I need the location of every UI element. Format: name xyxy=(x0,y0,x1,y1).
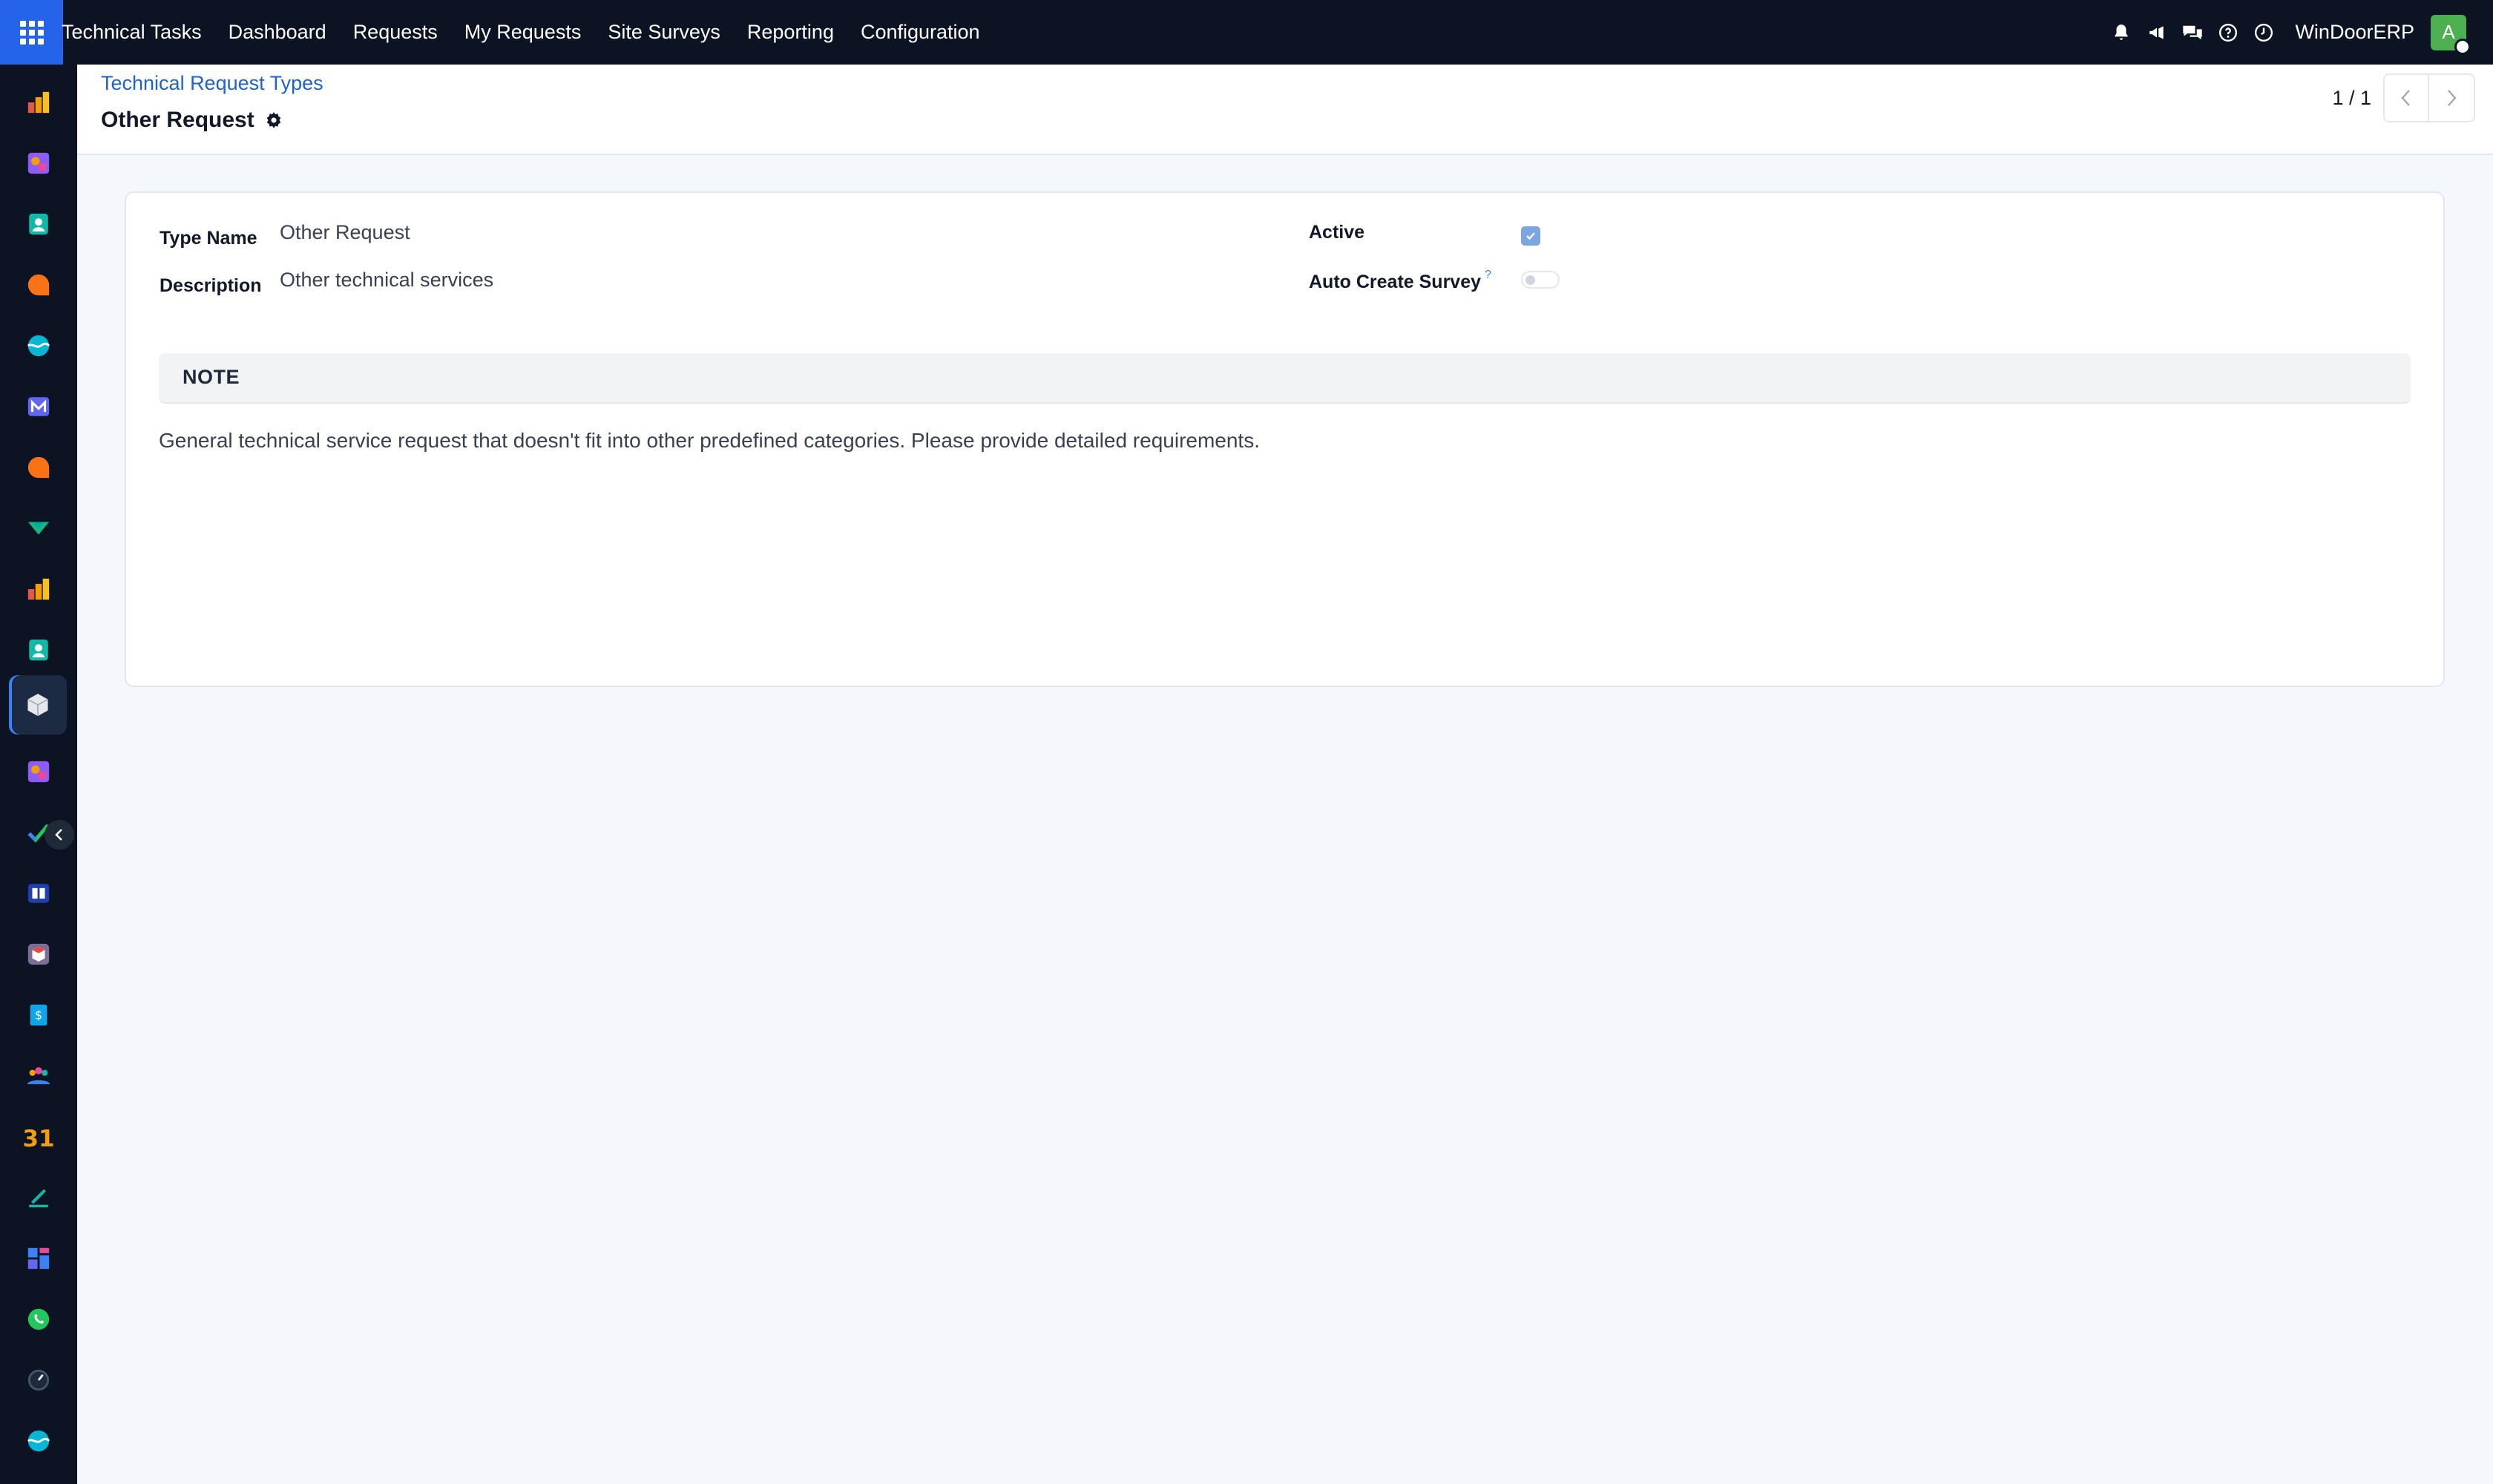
breadcrumb-link[interactable]: Technical Request Types xyxy=(101,72,323,95)
contacts-app-icon[interactable] xyxy=(16,202,61,246)
clock-app-icon[interactable] xyxy=(16,1358,61,1402)
help-tooltip-icon[interactable]: ? xyxy=(1485,269,1491,282)
title-row: Other Request xyxy=(101,108,283,133)
active-label: Active xyxy=(1309,222,1365,243)
website-app-2-icon[interactable] xyxy=(16,1419,61,1463)
chevron-right-icon xyxy=(2448,90,2457,106)
bell-icon[interactable] xyxy=(2103,0,2139,65)
company-switcher[interactable]: WinDoorERP xyxy=(2295,21,2414,44)
app-name[interactable]: Technical Tasks xyxy=(62,0,215,65)
technical-tasks-app-icon[interactable] xyxy=(9,675,67,735)
gear-icon[interactable] xyxy=(265,111,283,129)
control-panel: Technical Request Types Other Request 1 … xyxy=(77,65,2493,155)
whatsapp-app-icon[interactable] xyxy=(16,1297,61,1342)
pager-value[interactable]: 1 / 1 xyxy=(2332,87,2371,110)
grid-icon xyxy=(19,20,44,45)
community-app-icon[interactable] xyxy=(16,1054,61,1098)
sign-app-icon[interactable] xyxy=(16,932,61,976)
form-sheet: Type Name Other Request Description Othe… xyxy=(125,191,2445,687)
megaphone-icon[interactable] xyxy=(2139,0,2175,65)
planning-app-icon[interactable] xyxy=(16,141,61,186)
sales-app-icon[interactable] xyxy=(16,567,61,611)
employees-app-icon[interactable] xyxy=(16,628,61,672)
check-icon xyxy=(1526,232,1535,240)
dashboard-app-icon[interactable] xyxy=(16,1236,61,1281)
top-navbar: Technical Tasks Dashboard Requests My Re… xyxy=(0,0,2493,65)
dashboards-app-icon[interactable] xyxy=(16,80,61,125)
note-title: NOTE xyxy=(183,366,240,388)
menu-reporting[interactable]: Reporting xyxy=(734,0,847,65)
menu-dashboard[interactable]: Dashboard xyxy=(215,0,340,65)
description-field[interactable]: Other technical services xyxy=(280,269,493,292)
discuss-app-icon[interactable] xyxy=(16,263,61,307)
website-app-icon[interactable] xyxy=(16,324,61,368)
menu-requests[interactable]: Requests xyxy=(340,0,451,65)
pager-previous-button[interactable] xyxy=(2383,73,2429,122)
calendar-app-icon[interactable]: 31 xyxy=(16,1114,61,1159)
chevron-left-icon xyxy=(55,829,62,841)
menu-site-surveys[interactable]: Site Surveys xyxy=(594,0,734,65)
svg-text:31: 31 xyxy=(24,1126,53,1149)
menu-configuration[interactable]: Configuration xyxy=(847,0,993,65)
app-sidebar: $ 31 xyxy=(0,65,77,1484)
toggle-knob xyxy=(1525,275,1535,285)
systray: WinDoorERP A xyxy=(2103,0,2493,65)
avatar-letter: A xyxy=(2442,21,2455,43)
status-dot xyxy=(2454,38,2471,55)
auto-create-survey-label: Auto Create Survey xyxy=(1309,272,1482,292)
type-name-label: Type Name xyxy=(160,228,257,249)
description-label: Description xyxy=(160,275,262,296)
auto-create-survey-toggle[interactable] xyxy=(1521,271,1560,289)
pager: 1 / 1 xyxy=(2332,73,2475,122)
chevron-left-icon xyxy=(2401,90,2410,106)
user-avatar[interactable]: A xyxy=(2431,14,2471,55)
svg-text:$: $ xyxy=(35,1009,42,1022)
clock-icon[interactable] xyxy=(2246,0,2282,65)
signature-app-icon[interactable] xyxy=(16,1175,61,1220)
note-field[interactable]: General technical service request that d… xyxy=(159,429,1260,453)
apps-menu-button[interactable] xyxy=(0,0,63,65)
invoicing-app-icon[interactable]: $ xyxy=(16,993,61,1037)
mail-app-icon[interactable] xyxy=(16,384,61,429)
inventory-app-icon[interactable] xyxy=(16,506,61,551)
note-tab-header[interactable]: NOTE xyxy=(159,353,2411,404)
livechat-app-icon[interactable] xyxy=(16,445,61,490)
knowledge-app-icon[interactable] xyxy=(16,871,61,916)
page-title: Other Request xyxy=(101,108,254,132)
main-menu: Technical Tasks Dashboard Requests My Re… xyxy=(62,0,993,65)
planning-app-2-icon[interactable] xyxy=(16,749,61,794)
active-checkbox[interactable] xyxy=(1521,226,1540,246)
sidebar-collapse-button[interactable] xyxy=(45,820,74,850)
chat-icon[interactable] xyxy=(2175,0,2210,65)
pager-next-button[interactable] xyxy=(2429,73,2475,122)
menu-my-requests[interactable]: My Requests xyxy=(451,0,595,65)
type-name-field[interactable]: Other Request xyxy=(280,221,410,244)
help-icon[interactable] xyxy=(2210,0,2246,65)
